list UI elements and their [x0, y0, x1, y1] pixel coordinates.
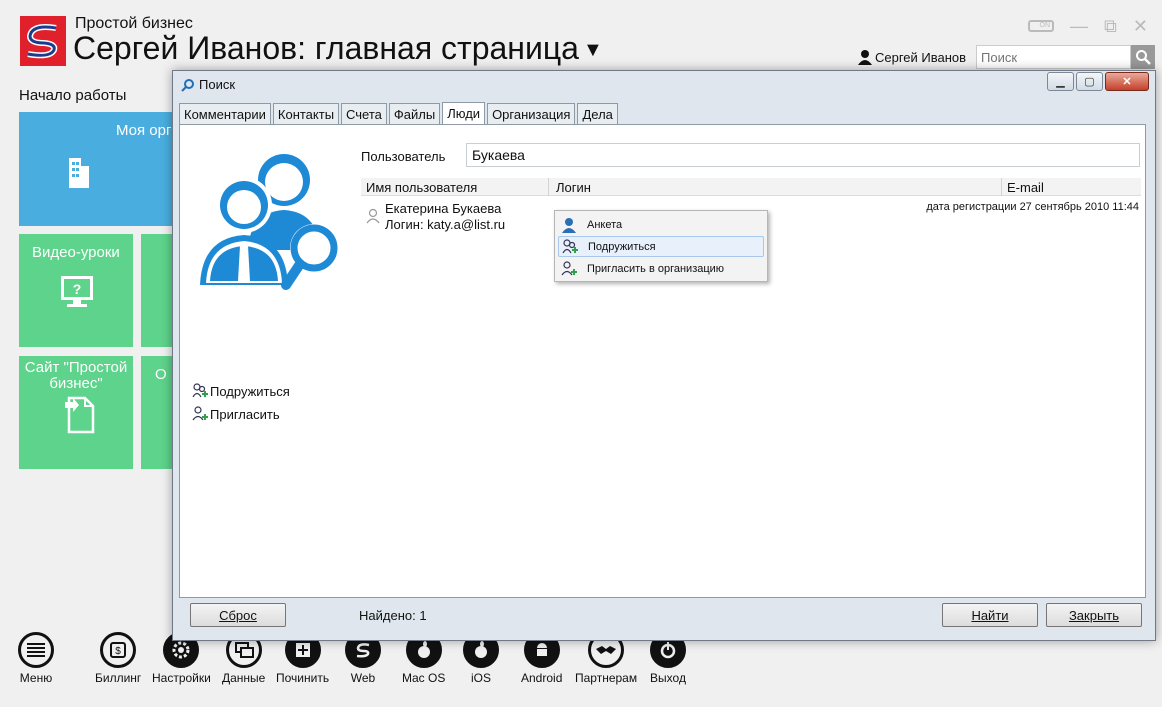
svg-text:$: $: [115, 646, 121, 657]
tab-contacts[interactable]: Контакты: [272, 103, 340, 124]
find-button[interactable]: Найти: [942, 603, 1038, 627]
invite-user-icon: [192, 406, 208, 421]
results-header: Имя пользователя Логин E-mail: [361, 178, 1141, 196]
restore-icon[interactable]: ⧉: [1104, 16, 1117, 36]
search-icon: [181, 78, 194, 92]
tab-organization[interactable]: Организация: [487, 103, 576, 124]
toggle-icon[interactable]: ON: [1028, 20, 1055, 32]
caret-down-icon[interactable]: ▼: [583, 39, 603, 61]
menu-icon: [18, 632, 54, 668]
section-title: Начало работы: [19, 87, 127, 104]
add-friend-icon: [192, 383, 208, 398]
dialog-maximize-button[interactable]: ▢: [1076, 72, 1103, 91]
search-button[interactable]: [1131, 45, 1155, 69]
minimize-icon[interactable]: —: [1070, 16, 1088, 36]
taskbar-item-menu[interactable]: Меню: [18, 632, 54, 685]
taskbar-item-billing[interactable]: $ Биллинг: [95, 632, 141, 685]
taskbar: Меню $ Биллинг Настройки Данные Починить…: [0, 632, 1162, 707]
search-input[interactable]: [976, 45, 1131, 69]
tab-tasks[interactable]: Дела: [577, 103, 618, 124]
column-divider: [1001, 178, 1002, 196]
people-panel: Подружиться Пригласить Пользователь Имя …: [179, 124, 1146, 598]
found-count: Найдено: 1: [359, 608, 427, 623]
monitor-help-icon: ?: [61, 276, 93, 307]
building-icon: [69, 158, 89, 188]
dialog-close-button[interactable]: ✕: [1105, 72, 1149, 91]
window-controls: ON — ⧉ ✕: [1028, 16, 1148, 36]
tile-site[interactable]: Сайт "Простой бизнес": [19, 356, 133, 469]
tab-files[interactable]: Файлы: [388, 103, 441, 124]
context-menu: Анкета Подружиться Пригласить в организа…: [554, 210, 768, 282]
tile-my-organization[interactable]: Моя орг: [19, 112, 179, 226]
column-username[interactable]: Имя пользователя: [366, 180, 477, 195]
close-icon[interactable]: ✕: [1133, 16, 1148, 36]
befriend-link[interactable]: Подружиться: [192, 383, 290, 399]
result-name: Екатерина Букаева: [385, 201, 502, 216]
document-icon: [65, 396, 95, 434]
billing-icon: $: [100, 632, 137, 668]
dialog-title: Поиск: [181, 77, 235, 92]
user-search-input[interactable]: [466, 143, 1140, 167]
invite-user-icon: [561, 260, 577, 275]
svg-text:?: ?: [73, 281, 82, 297]
invite-link[interactable]: Пригласить: [192, 406, 280, 422]
user-icon: [858, 50, 872, 65]
search-icon: [1136, 50, 1151, 65]
people-search-icon: [200, 154, 338, 290]
app-logo: [20, 16, 66, 66]
user-link[interactable]: Сергей Иванов: [857, 49, 966, 65]
dialog-minimize-button[interactable]: ▁: [1047, 72, 1074, 91]
result-login: Логин: katy.a@list.ru: [385, 217, 506, 232]
tab-people[interactable]: Люди: [442, 102, 486, 124]
user-icon: [366, 208, 380, 224]
search-dialog: Поиск ▁ ▢ ✕ Комментарии Контакты Счета Ф…: [172, 70, 1156, 641]
result-registration-date: дата регистрации 27 сентябрь 2010 11:44: [926, 201, 1139, 213]
dialog-window-controls: ▁ ▢ ✕: [1047, 72, 1149, 91]
user-field-label: Пользователь: [361, 149, 446, 164]
column-login[interactable]: Логин: [556, 180, 591, 195]
close-button[interactable]: Закрыть: [1046, 603, 1142, 627]
column-divider: [548, 178, 549, 196]
menu-item-profile[interactable]: Анкета: [558, 214, 764, 235]
tab-comments[interactable]: Комментарии: [179, 103, 271, 124]
tile-video-lessons[interactable]: Видео-уроки ?: [19, 234, 133, 347]
user-icon: [562, 217, 576, 233]
menu-item-befriend[interactable]: Подружиться: [558, 236, 764, 257]
reset-button[interactable]: Сброс: [190, 603, 286, 627]
tab-bar: Комментарии Контакты Счета Файлы Люди Ор…: [179, 102, 620, 124]
tab-invoices[interactable]: Счета: [341, 103, 387, 124]
column-email[interactable]: E-mail: [1007, 180, 1044, 195]
add-friend-icon: [562, 238, 578, 253]
menu-item-invite-to-organization[interactable]: Пригласить в организацию: [558, 258, 764, 279]
page-title[interactable]: Сергей Иванов: главная страница ▼: [73, 30, 603, 67]
